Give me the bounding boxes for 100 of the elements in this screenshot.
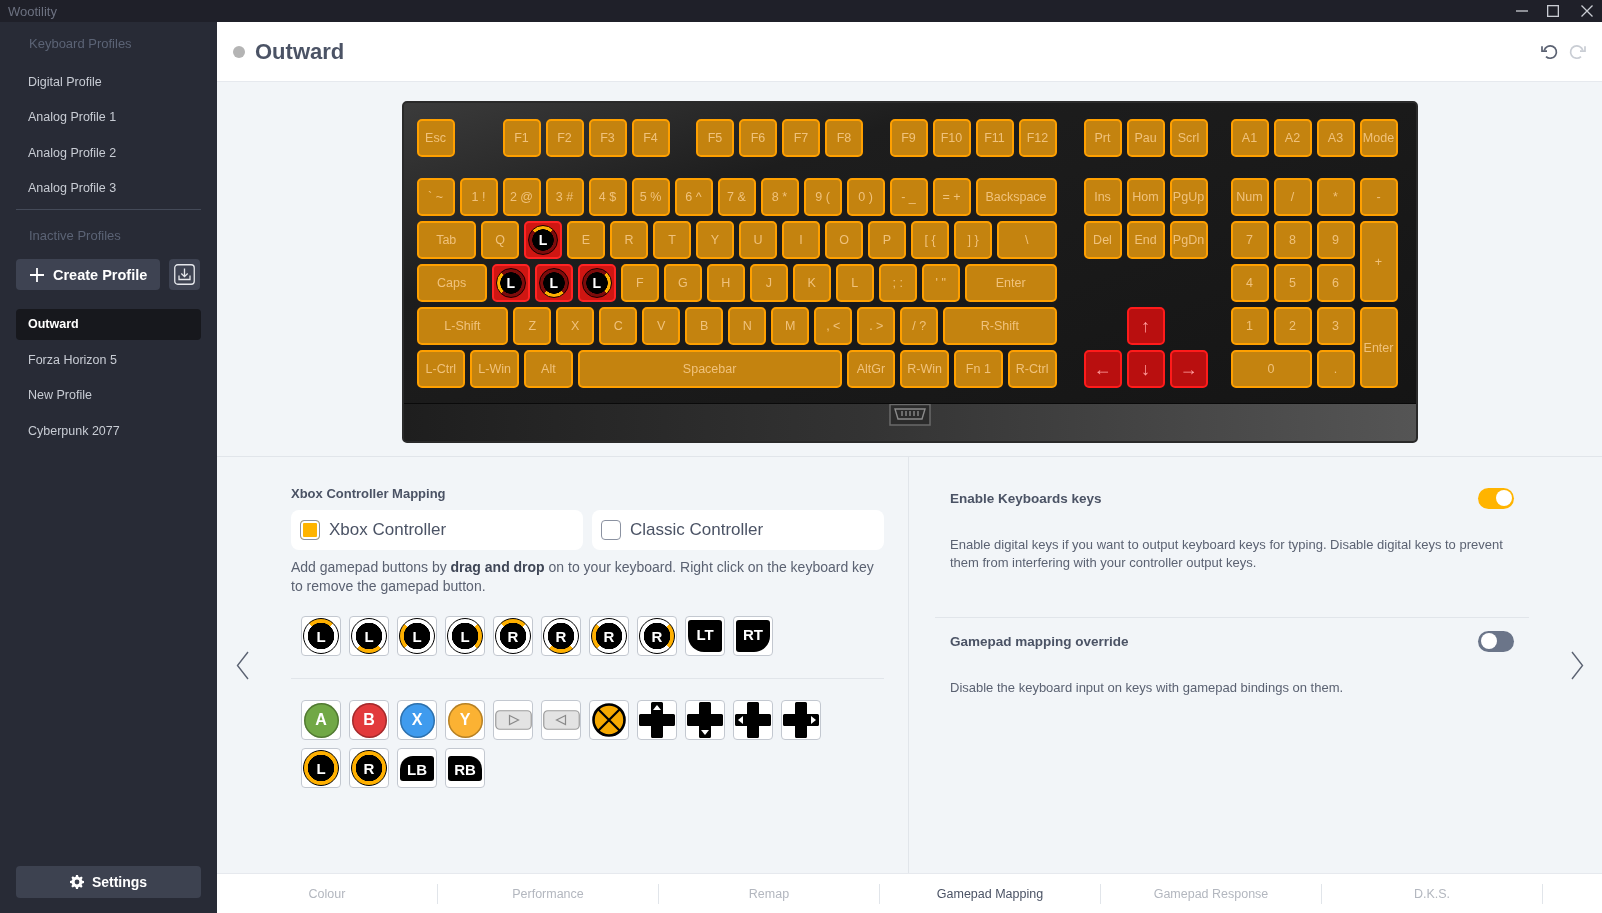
keyboard-key[interactable]: R-Shift <box>943 307 1057 345</box>
thumbstick-button[interactable]: R <box>495 618 531 654</box>
keyboard-key[interactable]: Esc <box>416 119 455 157</box>
keyboard-key[interactable]: F10 <box>932 119 971 157</box>
keyboard-key[interactable]: L-Shift <box>416 307 509 345</box>
controller-option[interactable]: Classic Controller <box>592 510 884 550</box>
keyboard-key[interactable]: T <box>653 221 691 259</box>
thumbstick-button[interactable]: L <box>447 618 483 654</box>
keyboard-key[interactable]: 8 <box>1273 221 1312 259</box>
keyboard-key[interactable]: I <box>782 221 820 259</box>
undo-icon[interactable] <box>1541 43 1558 60</box>
keyboard-key[interactable]: X <box>556 307 595 345</box>
keyboard-key[interactable]: AltGr <box>846 350 896 388</box>
keyboard-key[interactable]: M <box>771 307 810 345</box>
keyboard-key[interactable]: F4 <box>631 119 670 157</box>
keyboard-key[interactable]: N <box>728 307 767 345</box>
keyboard-key[interactable]: 8 * <box>760 178 799 216</box>
trigger-button[interactable]: RT <box>736 620 770 652</box>
keyboard-key[interactable]: ' " <box>921 264 960 302</box>
keyboard-key[interactable]: P <box>868 221 906 259</box>
keyboard-key[interactable]: 0 ) <box>846 178 885 216</box>
keyboard-key[interactable]: F2 <box>545 119 584 157</box>
keyboard-key[interactable]: ; : <box>878 264 917 302</box>
keyboard-key[interactable]: 3 <box>1316 307 1355 345</box>
keyboard-key[interactable]: ↑ <box>1126 307 1165 345</box>
keyboard-key[interactable]: F6 <box>739 119 777 157</box>
settings-button[interactable]: Settings <box>16 866 201 898</box>
face-button[interactable]: B <box>351 702 387 738</box>
thumbstick-button[interactable]: R <box>591 618 627 654</box>
keyboard-key[interactable]: End <box>1126 221 1165 259</box>
keyboard-key[interactable]: C <box>599 307 638 345</box>
keyboard-key[interactable]: . <box>1316 350 1355 388</box>
keyboard-key[interactable]: - <box>1359 178 1398 216</box>
keyboard-key[interactable]: → <box>1169 350 1208 388</box>
keyboard-key[interactable]: F11 <box>975 119 1014 157</box>
keyboard-key[interactable]: ] } <box>954 221 992 259</box>
face-button[interactable]: Y <box>447 702 483 738</box>
keyboard-key[interactable]: 9 <box>1316 221 1355 259</box>
keyboard-key[interactable]: , < <box>814 307 853 345</box>
chevron-right-icon[interactable] <box>1571 650 1584 680</box>
keyboard-key[interactable]: Ins <box>1083 178 1122 216</box>
keyboard-key[interactable]: Scrl <box>1169 119 1208 157</box>
keyboard-key[interactable]: 4 <box>1230 264 1269 302</box>
thumbstick-button[interactable]: R <box>543 618 579 654</box>
keyboard-key[interactable]: J <box>749 264 788 302</box>
keyboard-key[interactable]: 5 % <box>631 178 670 216</box>
thumbstick-button[interactable]: L <box>303 618 339 654</box>
keyboard-key[interactable]: 1 ! <box>459 178 498 216</box>
bumper-button[interactable]: LB <box>400 755 434 781</box>
keyboard-key[interactable]: R-Win <box>900 350 949 388</box>
create-profile-button[interactable]: Create Profile <box>16 259 160 290</box>
right-triangle-key-icon[interactable] <box>494 710 532 730</box>
bottom-tab[interactable]: Performance <box>438 874 658 913</box>
keyboard-key[interactable]: Spacebar <box>577 350 842 388</box>
profile-item[interactable]: Analog Profile 1 <box>16 102 201 133</box>
keyboard-key[interactable]: - _ <box>889 178 928 216</box>
keyboard-key[interactable]: ← <box>1083 350 1122 388</box>
keyboard-key[interactable]: L <box>835 264 874 302</box>
keyboard-key[interactable]: Prt <box>1083 119 1122 157</box>
keyboard-key[interactable]: . > <box>857 307 896 345</box>
face-button[interactable]: A <box>303 702 339 738</box>
keyboard-key[interactable]: 2 @ <box>502 178 541 216</box>
keyboard-key[interactable]: Q <box>481 221 519 259</box>
keyboard-key[interactable]: F1 <box>502 119 541 157</box>
profile-item[interactable]: Digital Profile <box>16 66 201 98</box>
close-icon[interactable] <box>1581 5 1593 17</box>
keyboard-key[interactable]: F3 <box>588 119 627 157</box>
keyboard-key[interactable]: F9 <box>889 119 928 157</box>
keyboard-key[interactable]: A1 <box>1230 119 1269 157</box>
profile-item[interactable]: Cyberpunk 2077 <box>16 415 201 447</box>
keyboard-key[interactable]: / <box>1273 178 1312 216</box>
chevron-left-icon[interactable] <box>236 650 249 680</box>
keyboard-key[interactable]: A3 <box>1316 119 1355 157</box>
keyboard-key[interactable]: 3 # <box>545 178 584 216</box>
profile-item[interactable]: Outward <box>16 309 201 340</box>
keyboard-key[interactable]: ↓ <box>1126 350 1165 388</box>
bottom-tab[interactable]: Gamepad Response <box>1101 874 1321 913</box>
keyboard-key[interactable]: F7 <box>782 119 820 157</box>
keyboard-key[interactable]: 1 <box>1230 307 1269 345</box>
checkbox[interactable] <box>601 520 621 540</box>
keyboard-key[interactable]: = + <box>932 178 971 216</box>
keyboard-key[interactable]: PgUp <box>1169 178 1208 216</box>
thumbstick-button[interactable]: R <box>351 750 387 786</box>
keyboard-key[interactable]: \ <box>997 221 1057 259</box>
keyboard-key[interactable]: Backspace <box>975 178 1057 216</box>
keyboard-key[interactable]: 4 $ <box>588 178 627 216</box>
toggle-switch[interactable] <box>1478 487 1514 509</box>
keyboard-key[interactable]: 9 ( <box>803 178 842 216</box>
keyboard-key[interactable]: Enter <box>1359 307 1398 388</box>
keyboard-key[interactable]: G <box>663 264 702 302</box>
thumbstick-button[interactable]: L <box>351 618 387 654</box>
keyboard-key[interactable]: L-Win <box>470 350 519 388</box>
bottom-tab[interactable]: D.K.S. <box>1322 874 1542 913</box>
keyboard-key[interactable]: 7 <box>1230 221 1269 259</box>
keyboard-key[interactable]: 6 ^ <box>674 178 713 216</box>
bumper-button[interactable]: RB <box>448 755 482 781</box>
keyboard-key[interactable]: R-Ctrl <box>1007 350 1057 388</box>
keyboard-key[interactable]: Num <box>1230 178 1269 216</box>
keyboard-key[interactable]: + <box>1359 221 1398 302</box>
keyboard-key[interactable]: * <box>1316 178 1355 216</box>
